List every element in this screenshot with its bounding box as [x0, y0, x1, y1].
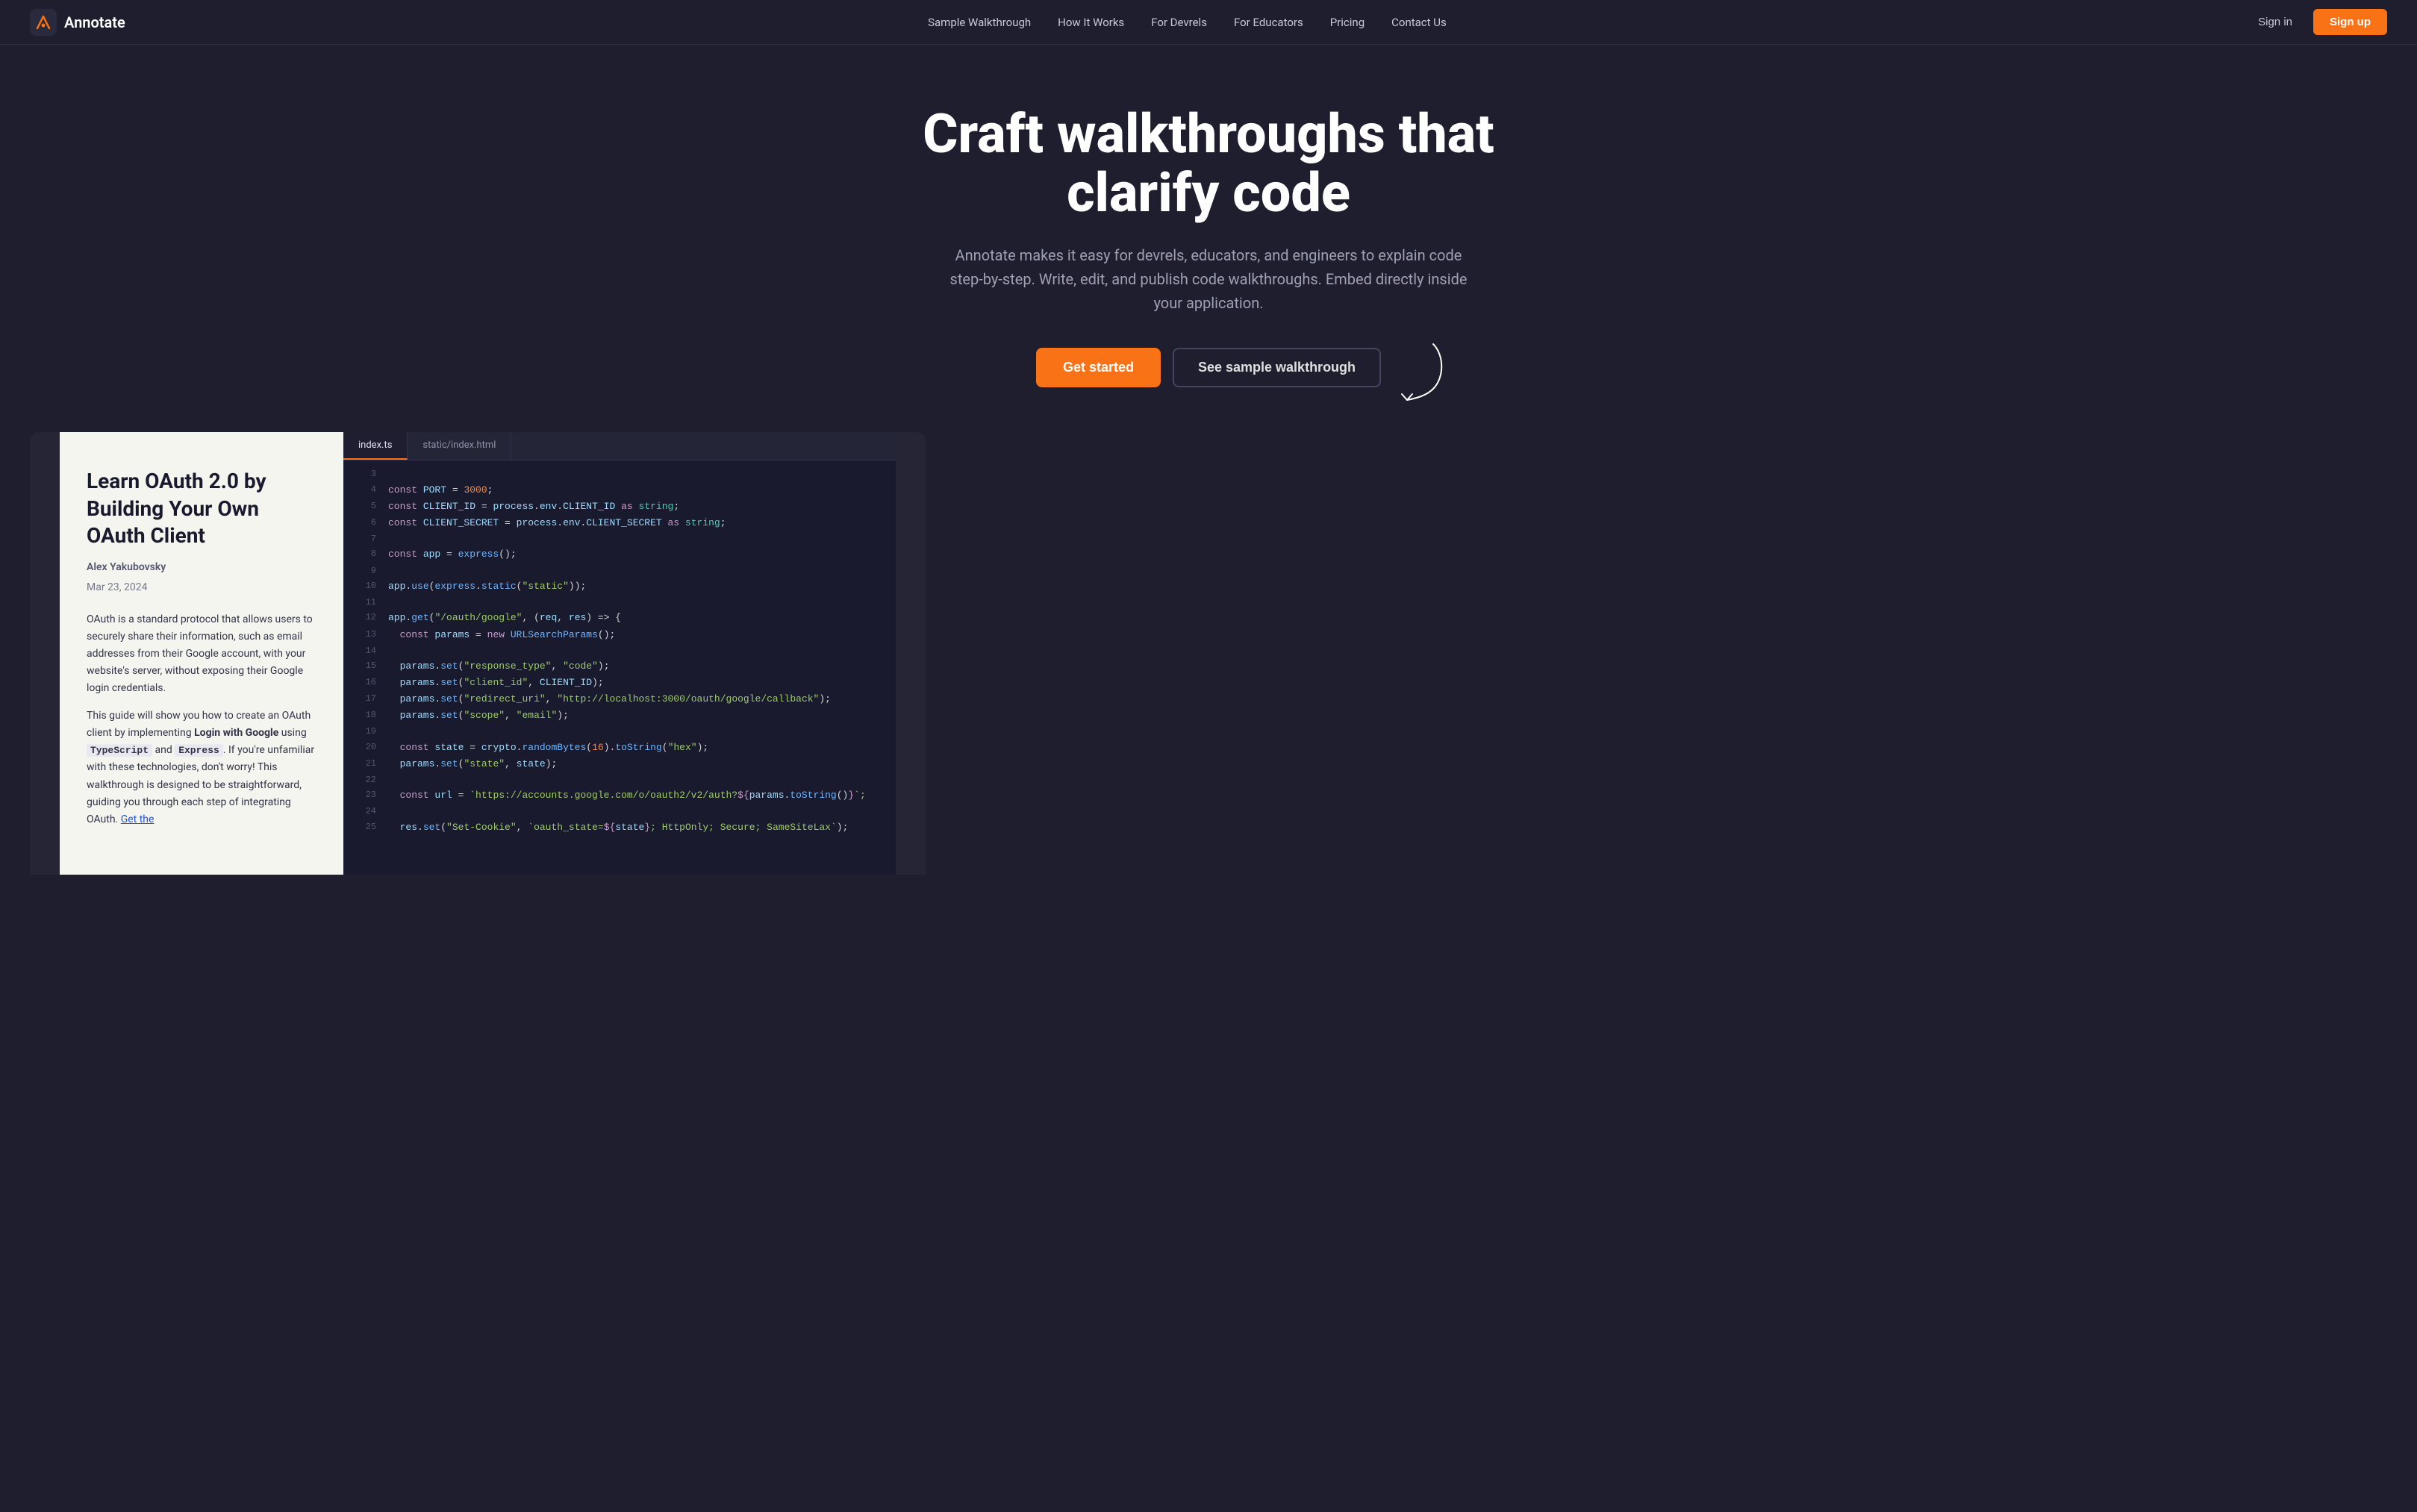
- demo-code-express: Express: [175, 744, 223, 757]
- nav-sample-walkthrough[interactable]: Sample Walkthrough: [928, 16, 1031, 29]
- brand-name: Annotate: [64, 13, 125, 31]
- hero-title: Craft walkthroughs that clarify code: [873, 104, 1544, 222]
- code-line: 19: [343, 724, 896, 739]
- code-line: 8const app = express();: [343, 546, 896, 563]
- code-line: 25 res.set("Set-Cookie", `oauth_state=${…: [343, 819, 896, 836]
- code-line: 7: [343, 531, 896, 546]
- logo-icon: [30, 9, 57, 36]
- arrow-decoration-icon: [1388, 340, 1448, 407]
- code-line: 4const PORT = 3000;: [343, 482, 896, 499]
- code-line: 3: [343, 466, 896, 481]
- code-line: 18 params.set("scope", "email");: [343, 707, 896, 724]
- code-line: 5const CLIENT_ID = process.env.CLIENT_ID…: [343, 499, 896, 515]
- code-line: 20 const state = crypto.randomBytes(16).…: [343, 740, 896, 756]
- nav-how-it-works[interactable]: How It Works: [1058, 16, 1124, 29]
- tab-index-ts[interactable]: index.ts: [343, 432, 408, 460]
- sign-up-button[interactable]: Sign up: [2313, 9, 2387, 35]
- code-line: 10app.use(express.static("static"));: [343, 578, 896, 595]
- nav-contact-us[interactable]: Contact Us: [1391, 16, 1447, 29]
- nav-links: Sample Walkthrough How It Works For Devr…: [928, 16, 1447, 29]
- demo-get-the-link[interactable]: Get the: [121, 813, 155, 825]
- hero-section: Craft walkthroughs that clarify code Ann…: [0, 45, 2417, 402]
- demo-login-google: Login with Google: [194, 727, 278, 739]
- code-line: 24: [343, 804, 896, 819]
- code-body: 3 4const PORT = 3000; 5const CLIENT_ID =…: [343, 460, 896, 842]
- tab-static-index-html[interactable]: static/index.html: [408, 432, 511, 460]
- hero-buttons: Get started See sample walkthrough: [1036, 348, 1381, 387]
- code-line: 11: [343, 595, 896, 610]
- sign-in-button[interactable]: Sign in: [2249, 10, 2301, 34]
- get-started-button[interactable]: Get started: [1036, 348, 1161, 387]
- nav-actions: Sign in Sign up: [2249, 9, 2387, 35]
- code-line: 16 params.set("client_id", CLIENT_ID);: [343, 675, 896, 691]
- demo-author: Alex Yakubovsky: [87, 559, 316, 576]
- nav-for-educators[interactable]: For Educators: [1234, 16, 1303, 29]
- demo-para1: OAuth is a standard protocol that allows…: [87, 611, 316, 697]
- code-line: 6const CLIENT_SECRET = process.env.CLIEN…: [343, 515, 896, 531]
- demo-title: Learn OAuth 2.0 by Building Your Own OAu…: [87, 468, 316, 549]
- code-line: 23 const url = `https://accounts.google.…: [343, 787, 896, 804]
- hero-subtitle: Annotate makes it easy for devrels, educ…: [940, 243, 1477, 315]
- demo-para2: This guide will show you how to create a…: [87, 707, 316, 828]
- demo-left-panel: Learn OAuth 2.0 by Building Your Own OAu…: [60, 432, 343, 874]
- brand-logo[interactable]: Annotate: [30, 9, 125, 36]
- code-tabs: index.ts static/index.html: [343, 432, 896, 460]
- code-line: 9: [343, 563, 896, 578]
- code-line: 17 params.set("redirect_uri", "http://lo…: [343, 691, 896, 707]
- demo-section: Learn OAuth 2.0 by Building Your Own OAu…: [30, 432, 926, 874]
- demo-code-panel: index.ts static/index.html 3 4const PORT…: [343, 432, 896, 874]
- nav-for-devrels[interactable]: For Devrels: [1151, 16, 1207, 29]
- code-line: 21 params.set("state", state);: [343, 756, 896, 772]
- code-line: 12app.get("/oauth/google", (req, res) =>…: [343, 610, 896, 626]
- navbar: Annotate Sample Walkthrough How It Works…: [0, 0, 2417, 45]
- demo-date: Mar 23, 2024: [87, 579, 316, 596]
- code-line: 15 params.set("response_type", "code");: [343, 658, 896, 675]
- code-line: 14: [343, 643, 896, 658]
- see-sample-button[interactable]: See sample walkthrough: [1173, 348, 1381, 387]
- demo-code-typescript: TypeScript: [87, 744, 152, 757]
- nav-pricing[interactable]: Pricing: [1330, 16, 1365, 29]
- code-line: 13 const params = new URLSearchParams();: [343, 627, 896, 643]
- code-line: 22: [343, 772, 896, 787]
